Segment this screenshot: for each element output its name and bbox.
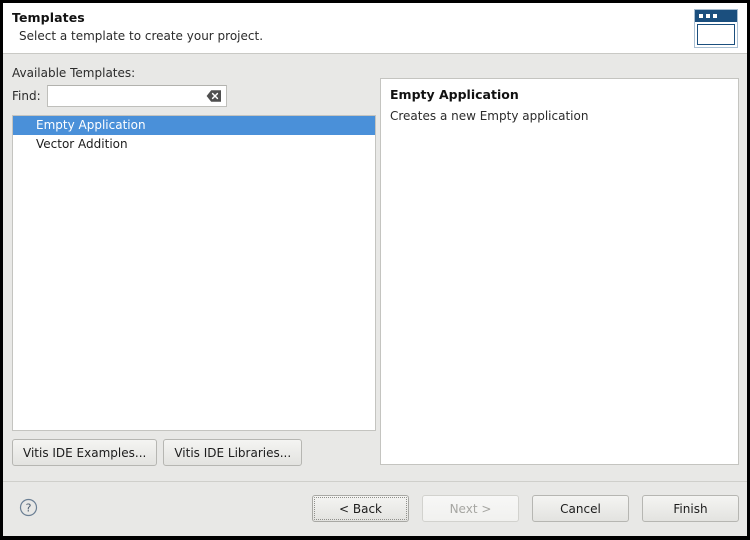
wizard-header: Templates Select a template to create yo… xyxy=(3,3,747,54)
vitis-ide-examples-button[interactable]: Vitis IDE Examples... xyxy=(12,439,158,466)
help-question-icon[interactable]: ? xyxy=(19,498,38,517)
vitis-ide-libraries-button[interactable]: Vitis IDE Libraries... xyxy=(163,439,303,466)
description-title: Empty Application xyxy=(390,87,519,102)
wizard-window-icon-dot xyxy=(699,14,703,18)
footer-buttons: < Back Next > Cancel Finish xyxy=(312,495,739,522)
find-row: Find: xyxy=(12,85,227,107)
wizard-window-icon-dot xyxy=(713,14,717,18)
list-item[interactable]: Vector Addition xyxy=(13,135,375,154)
template-description-panel: Empty Application Creates a new Empty ap… xyxy=(380,78,739,465)
example-buttons-row: Vitis IDE Examples... Vitis IDE Librarie… xyxy=(12,439,303,466)
description-text: Creates a new Empty application xyxy=(390,109,589,123)
svg-text:?: ? xyxy=(26,502,32,515)
find-input[interactable] xyxy=(47,86,206,106)
cancel-button[interactable]: Cancel xyxy=(532,495,629,522)
templates-list[interactable]: Empty Application Vector Addition xyxy=(12,115,376,431)
next-button[interactable]: Next > xyxy=(422,495,519,522)
wizard-window-icon-dot xyxy=(706,14,710,18)
list-item-label: Vector Addition xyxy=(36,137,128,151)
page-subtitle: Select a template to create your project… xyxy=(19,29,264,43)
wizard-window-icon xyxy=(693,6,741,51)
finish-button[interactable]: Finish xyxy=(642,495,739,522)
find-input-wrapper[interactable] xyxy=(46,85,227,107)
wizard-window-icon-body xyxy=(697,24,735,45)
wizard-body: Available Templates: Find: Empty Applica… xyxy=(3,54,747,481)
find-label: Find: xyxy=(12,89,41,103)
page-title: Templates xyxy=(12,10,85,25)
clear-field-icon[interactable] xyxy=(206,89,222,103)
back-button[interactable]: < Back xyxy=(312,495,409,522)
available-templates-label: Available Templates: xyxy=(12,66,136,80)
wizard-window-icon-titlebar xyxy=(695,10,737,22)
list-item[interactable]: Empty Application xyxy=(13,116,375,135)
wizard-footer: ? < Back Next > Cancel Finish xyxy=(3,481,747,536)
list-item-label: Empty Application xyxy=(36,118,146,132)
templates-wizard-dialog: Templates Select a template to create yo… xyxy=(0,0,750,540)
